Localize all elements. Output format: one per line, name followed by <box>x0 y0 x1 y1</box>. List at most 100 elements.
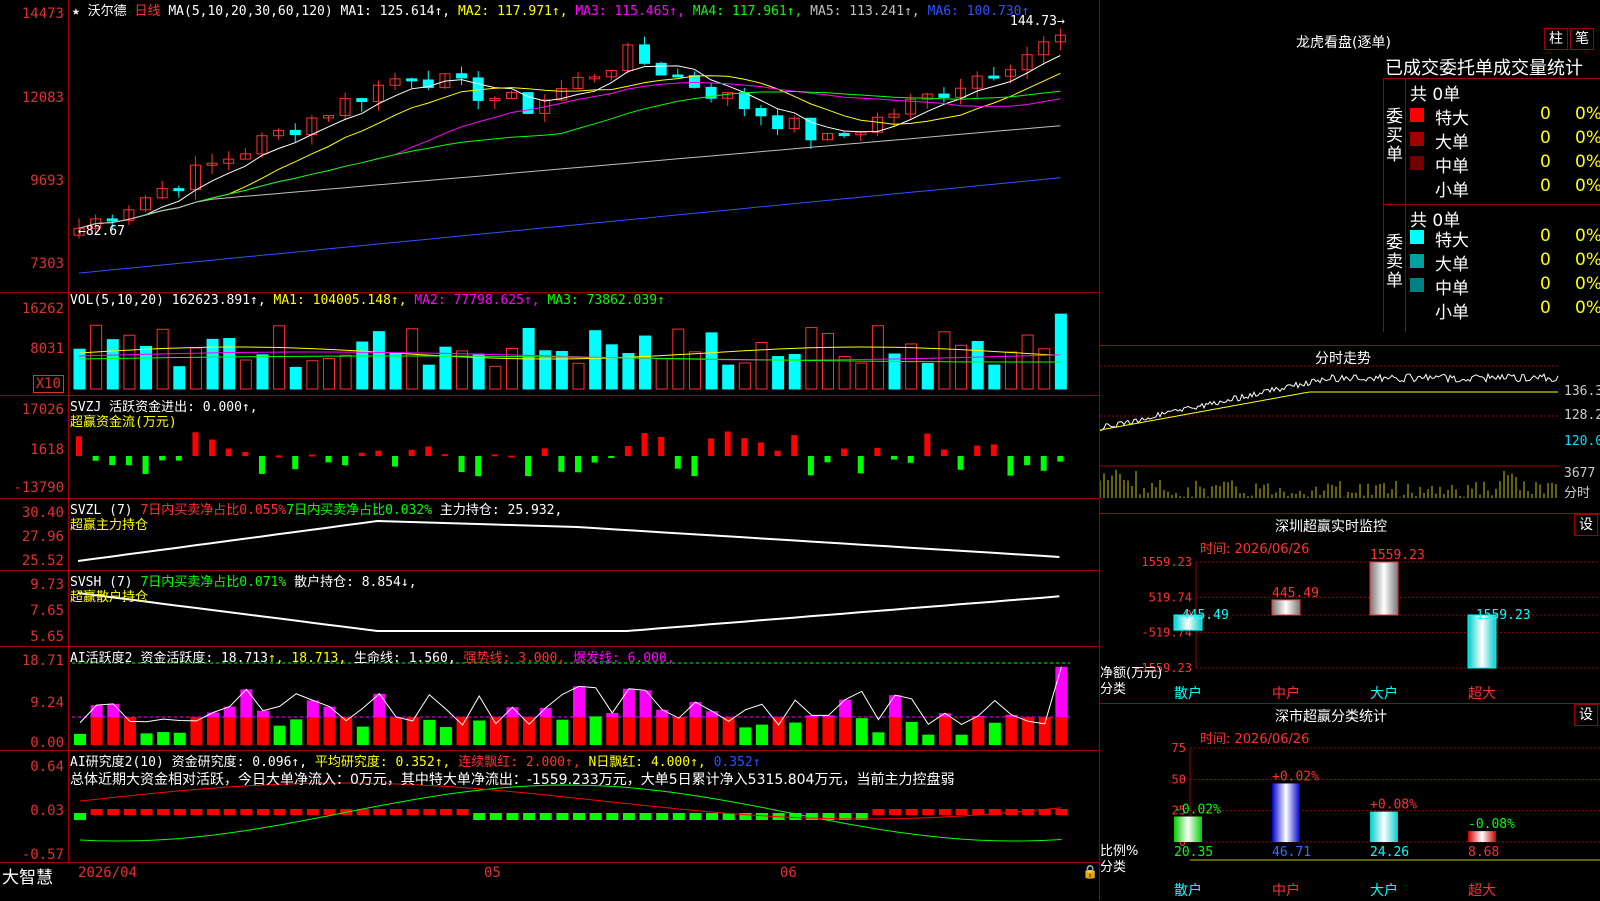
vol-bar <box>157 329 168 389</box>
svzj-bar <box>192 432 198 456</box>
ai2-bar <box>872 809 884 815</box>
ai2-bar <box>623 813 635 820</box>
svzj-bar <box>276 455 282 457</box>
svzj-bar <box>791 435 797 456</box>
ma-line <box>79 56 1060 229</box>
ai1-bar <box>656 710 668 717</box>
svzj-bar <box>143 456 149 474</box>
svzj-bar <box>76 436 82 456</box>
svzl-pane[interactable]: 30.40 27.96 25.52 SVZL (7) 7日内买卖净占比0.055… <box>0 498 1100 571</box>
svzl-ratio-a: 7日内买卖净占比0.055% <box>140 503 286 518</box>
buy-total: 共 0单 <box>1410 80 1460 105</box>
szm-bar <box>1272 600 1300 615</box>
vol-bar <box>240 360 251 389</box>
svsh-line <box>78 593 1059 631</box>
vol-bar <box>872 326 883 389</box>
ai1-bar <box>839 700 851 717</box>
ai1-bar <box>506 717 518 745</box>
sz-monitor-panel[interactable]: 深圳超赢实时监控 设 时间: 2026/06/26 1559.23519.740… <box>1100 513 1600 704</box>
ai1-bar <box>207 717 219 745</box>
ma-value-2: MA3: 115.465↑, <box>568 4 685 19</box>
kline-chart[interactable] <box>0 0 1100 292</box>
ma-value-3: MA4: 117.961↑, <box>685 4 802 19</box>
vol-bar <box>573 363 584 389</box>
szc-category: 大户 <box>1370 882 1398 899</box>
vol-bar <box>972 342 983 389</box>
ai2-bar <box>540 813 552 820</box>
svsh-tick: 9.73 <box>30 577 64 593</box>
szc-category: 超大 <box>1468 883 1496 899</box>
lock-icon[interactable]: 🔒 <box>1082 865 1098 880</box>
svzj-bar <box>209 440 215 456</box>
svzj-bar <box>958 456 964 470</box>
svzj-bar <box>924 434 930 456</box>
ai2-bar <box>423 809 435 815</box>
intraday-panel[interactable]: 分时走势 136.3 128.2 120.0 3677 分时 <box>1100 345 1600 514</box>
sz-monitor-chart[interactable]: 1559.23519.740-519.74-1559.23-445.49散户44… <box>1100 514 1600 704</box>
stock-name[interactable]: 沃尔德 <box>88 4 127 19</box>
szm-category: 大户 <box>1370 685 1398 702</box>
vol-bar <box>107 340 118 389</box>
period-label[interactable]: 日线 <box>135 4 161 19</box>
sz-class-panel[interactable]: 深市超赢分类统计 设 时间: 2026/06/26 7550250-0.02%2… <box>1100 703 1600 901</box>
ai1-bar <box>440 727 452 745</box>
ai2-bar <box>706 813 718 820</box>
ai1-bar <box>490 717 502 745</box>
ai2-bar <box>906 809 918 815</box>
ma-label: MA(5,10,20,30,60,120) <box>168 4 332 19</box>
svzj-bar <box>808 456 814 475</box>
brand-logo: 大智慧 <box>2 863 53 888</box>
ai2-bar <box>224 809 236 815</box>
ai1-activity-b: ↑, 18.713, <box>268 651 346 666</box>
intraday-tick: 136.3 <box>1564 384 1600 399</box>
volume-pane[interactable]: 16262 8031 X10 VOL(5,10,20) 162623.891↑,… <box>0 292 1100 396</box>
volume-chart[interactable] <box>0 293 1100 396</box>
kline-candle <box>407 79 417 81</box>
svzj-pane[interactable]: 17026 1618 -13790 SVZJ 活跃资金进出: 0.000↑, 超… <box>0 395 1100 499</box>
kline-tick: 9693 <box>30 173 64 189</box>
svzj-bar <box>725 431 731 456</box>
pen-button[interactable]: 笔 <box>1570 28 1594 50</box>
szc-category: 中户 <box>1272 882 1300 899</box>
kline-candle <box>290 130 300 134</box>
bar-button[interactable]: 柱 <box>1544 28 1568 50</box>
szc-bar <box>1174 816 1202 842</box>
sz-class-chart[interactable]: 7550250-0.02%20.35散户+0.02%46.71中户+0.08%2… <box>1100 704 1600 901</box>
vol-bar <box>423 365 434 389</box>
ai2-bar <box>1055 809 1067 815</box>
svzj-bar <box>159 456 165 460</box>
svsh-pane[interactable]: 9.73 7.65 5.65 SVSH (7) 7日内买卖净占比0.071% 散… <box>0 570 1100 647</box>
ai2-bar <box>606 813 618 820</box>
vol-bar <box>640 336 651 389</box>
svzl-ratio-b: 7日内买卖净占比0.032% <box>286 503 432 518</box>
vol-bar <box>290 367 301 389</box>
buy-row-count: 0 <box>1540 152 1551 172</box>
ai1-bar <box>1039 717 1051 745</box>
intraday-chart[interactable] <box>1100 346 1600 514</box>
svzj-bar <box>858 456 864 473</box>
ai1-bar <box>939 717 951 745</box>
svzl-tick: 25.52 <box>22 553 64 569</box>
svzj-bar <box>542 448 548 456</box>
ai1-bar <box>573 717 585 745</box>
vol-bar <box>407 329 418 389</box>
ai1-bar <box>373 717 385 745</box>
vol-axis: 16262 8031 X10 <box>0 293 68 396</box>
svzj-bar <box>941 449 947 456</box>
star-icon[interactable]: ★ <box>72 4 80 19</box>
ai1-bar <box>989 723 1001 745</box>
ai-research-pane[interactable]: 0.64 0.03 -0.57 AI研究度2(10) 资金研究度: 0.096↑… <box>0 750 1100 863</box>
kline-pane[interactable]: 14473 12083 9693 7303 ★ 沃尔德 日线 MA(5,10,2… <box>0 0 1100 292</box>
ai1-tick: 9.24 <box>30 695 64 711</box>
vol-bar <box>689 352 700 389</box>
ai1-bar <box>640 717 652 745</box>
ma-line <box>79 82 1060 228</box>
ai1-bar <box>174 733 186 745</box>
vol-bar <box>190 348 201 389</box>
ai2-bar <box>689 813 701 820</box>
trade-stat-title: 已成交委托单成交量统计 <box>1385 54 1583 80</box>
vol-unit: X10 <box>33 375 64 393</box>
vol-bar <box>590 331 601 389</box>
ai-activity-pane[interactable]: 18.71 9.24 0.00 AI活跃度2 资金活跃度: 18.713↑, 1… <box>0 646 1100 751</box>
svzj-bar <box>1041 456 1047 471</box>
